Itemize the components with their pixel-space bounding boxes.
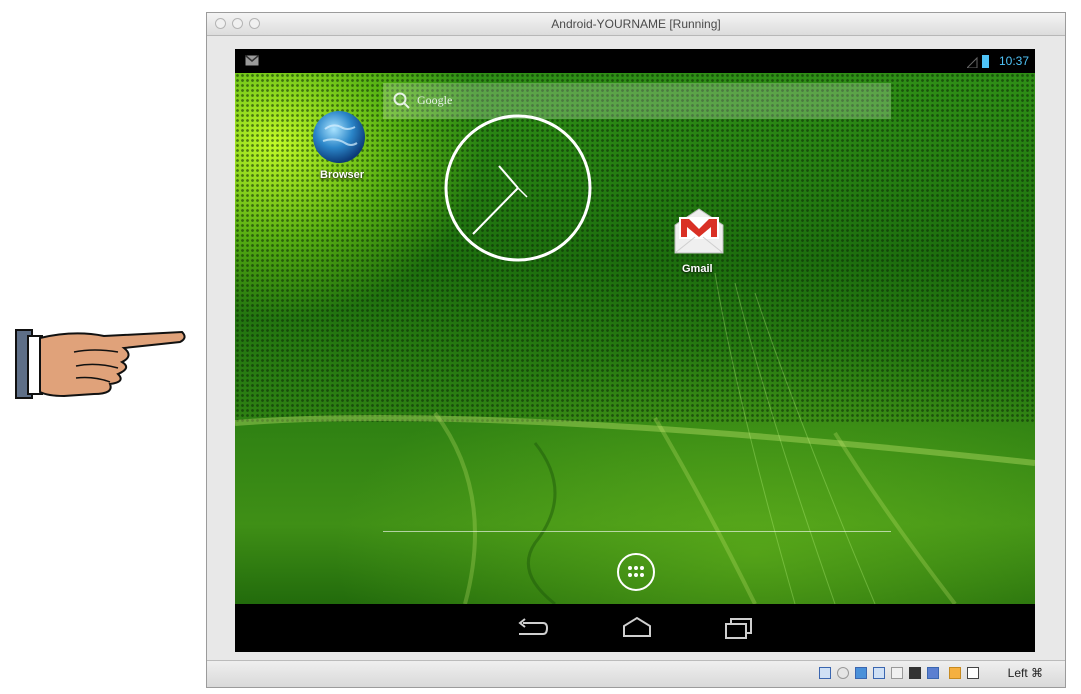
usb-icon[interactable] bbox=[855, 667, 867, 679]
optical-drive-icon[interactable] bbox=[837, 667, 849, 679]
analog-clock-widget[interactable] bbox=[443, 113, 593, 263]
capture-icon[interactable] bbox=[927, 667, 939, 679]
clock-second-hand bbox=[517, 187, 528, 198]
browser-app[interactable]: Browser bbox=[311, 109, 367, 183]
android-nav-bar bbox=[235, 604, 1035, 652]
gmail-notification-icon bbox=[245, 55, 259, 66]
virtualbox-status-bar: Left ⌘ bbox=[207, 660, 1065, 687]
host-key-label: Left ⌘ bbox=[1007, 666, 1043, 680]
android-screen[interactable]: 10:37 Google Browser Gmail bbox=[235, 49, 1035, 652]
gmail-label: Gmail bbox=[682, 263, 713, 275]
dock-divider bbox=[383, 531, 891, 532]
home-button[interactable] bbox=[621, 616, 653, 638]
browser-label: Browser bbox=[320, 169, 365, 181]
cpu-icon[interactable] bbox=[949, 667, 961, 679]
battery-signal-icon bbox=[967, 55, 989, 68]
pointing-hand-icon bbox=[14, 322, 189, 404]
apps-grid-icon bbox=[628, 566, 644, 577]
display-icon[interactable] bbox=[909, 667, 921, 679]
wallpaper: Google Browser Gmail bbox=[235, 73, 1035, 604]
search-placeholder: Google bbox=[417, 93, 453, 107]
window-title: Android-YOURNAME [Running] bbox=[551, 17, 721, 31]
shared-folders-icon[interactable] bbox=[891, 667, 903, 679]
virtualbox-window: Android-YOURNAME [Running] 10:37 Google … bbox=[206, 12, 1066, 688]
android-status-bar: 10:37 bbox=[235, 49, 1035, 73]
mouse-integration-icon[interactable] bbox=[967, 667, 979, 679]
search-icon bbox=[393, 92, 410, 109]
status-clock: 10:37 bbox=[998, 54, 1029, 68]
all-apps-button[interactable] bbox=[617, 553, 655, 591]
recent-apps-button[interactable] bbox=[723, 617, 755, 639]
globe-icon bbox=[313, 111, 365, 163]
clock-hour-hand bbox=[498, 165, 519, 189]
hard-disk-icon[interactable] bbox=[819, 667, 831, 679]
clock-minute-hand bbox=[472, 187, 519, 235]
gmail-app[interactable]: Gmail bbox=[671, 203, 727, 277]
back-button[interactable] bbox=[515, 618, 549, 638]
network-icon[interactable] bbox=[873, 667, 885, 679]
window-titlebar[interactable]: Android-YOURNAME [Running] bbox=[207, 13, 1065, 36]
gmail-icon bbox=[674, 208, 724, 254]
